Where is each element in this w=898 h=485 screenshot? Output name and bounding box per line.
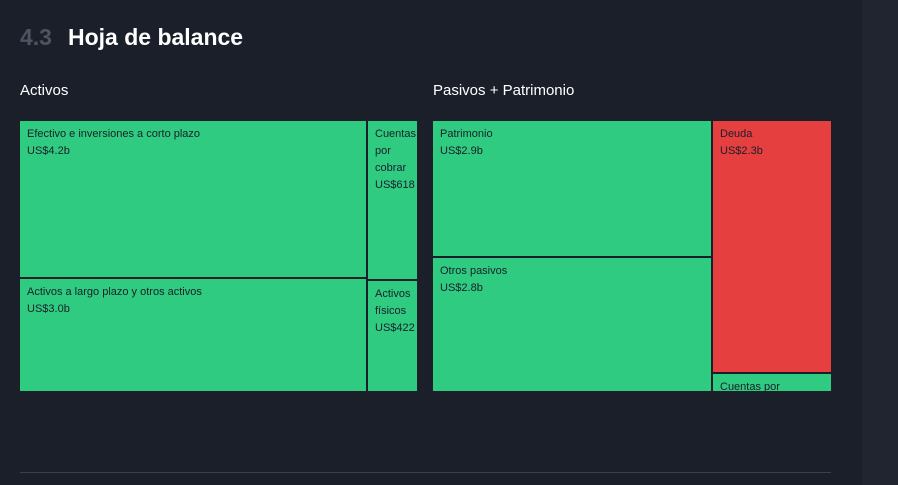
treemap-tile: Activos físicos US$422 [368, 281, 417, 391]
treemap-tile: Otros pasivos US$2.8b [433, 258, 711, 391]
tile-name: Otros pasivos [440, 265, 508, 277]
tile-value: US$4.2b [27, 145, 70, 157]
tile-label: Deuda US$2.3b [720, 126, 829, 160]
section-header: 4.3 Hoja de balance [20, 24, 243, 51]
tile-label: Activos a largo plazo y otros activos US$… [27, 284, 364, 318]
tile-value: US$2.3b [720, 145, 763, 157]
treemap-tile: Cuentas por [713, 374, 831, 391]
tile-label: Cuentas por cobrar US$618 [375, 126, 416, 194]
tile-name: Efectivo e inversiones a corto plazo [27, 128, 201, 140]
tile-name: Patrimonio [440, 128, 493, 140]
liabilities-equity-title: Pasivos + Patrimonio [433, 82, 575, 99]
tile-value: US$2.8b [440, 282, 483, 294]
tile-value: US$3.0b [27, 303, 70, 315]
tile-label: Otros pasivos US$2.8b [440, 263, 709, 297]
treemap-tile: Cuentas por cobrar US$618 [368, 121, 417, 279]
treemap-tile: Efectivo e inversiones a corto plazo US$4… [20, 121, 366, 277]
liabilities-equity-treemap: Patrimonio US$2.9b Otros pasivos US$2.8b Deu… [433, 121, 831, 391]
treemap-tile: Deuda US$2.3b [713, 121, 831, 372]
section-title: Hoja de balance [67, 24, 244, 50]
tile-name: Activos a largo plazo y otros activos [27, 286, 202, 298]
tile-name: Activos físicos [375, 288, 411, 317]
tile-label: Patrimonio US$2.9b [440, 126, 709, 160]
tile-name: Cuentas por cobrar [375, 128, 416, 174]
balance-sheet-panel: 4.3 Hoja de balance Activos Pasivos + Pa… [0, 0, 862, 485]
tile-name: Deuda [720, 128, 753, 140]
tile-value: US$2.9b [440, 145, 483, 157]
assets-treemap: Efectivo e inversiones a corto plazo US$4… [20, 121, 417, 391]
treemap-tile: Activos a largo plazo y otros activos US$… [20, 279, 366, 391]
tile-label: Cuentas por [720, 379, 829, 391]
tile-name: Cuentas por [720, 381, 780, 391]
tile-label: Activos físicos US$422 [375, 286, 415, 337]
section-number: 4.3 [20, 24, 52, 50]
right-sidebar [862, 0, 898, 485]
treemap-tile: Patrimonio US$2.9b [433, 121, 711, 256]
tile-label: Efectivo e inversiones a corto plazo US$4… [27, 126, 364, 160]
tile-value: US$618 [375, 179, 415, 191]
section-divider [20, 472, 831, 473]
tile-value: US$422 [375, 322, 415, 334]
assets-title: Activos [20, 82, 69, 99]
